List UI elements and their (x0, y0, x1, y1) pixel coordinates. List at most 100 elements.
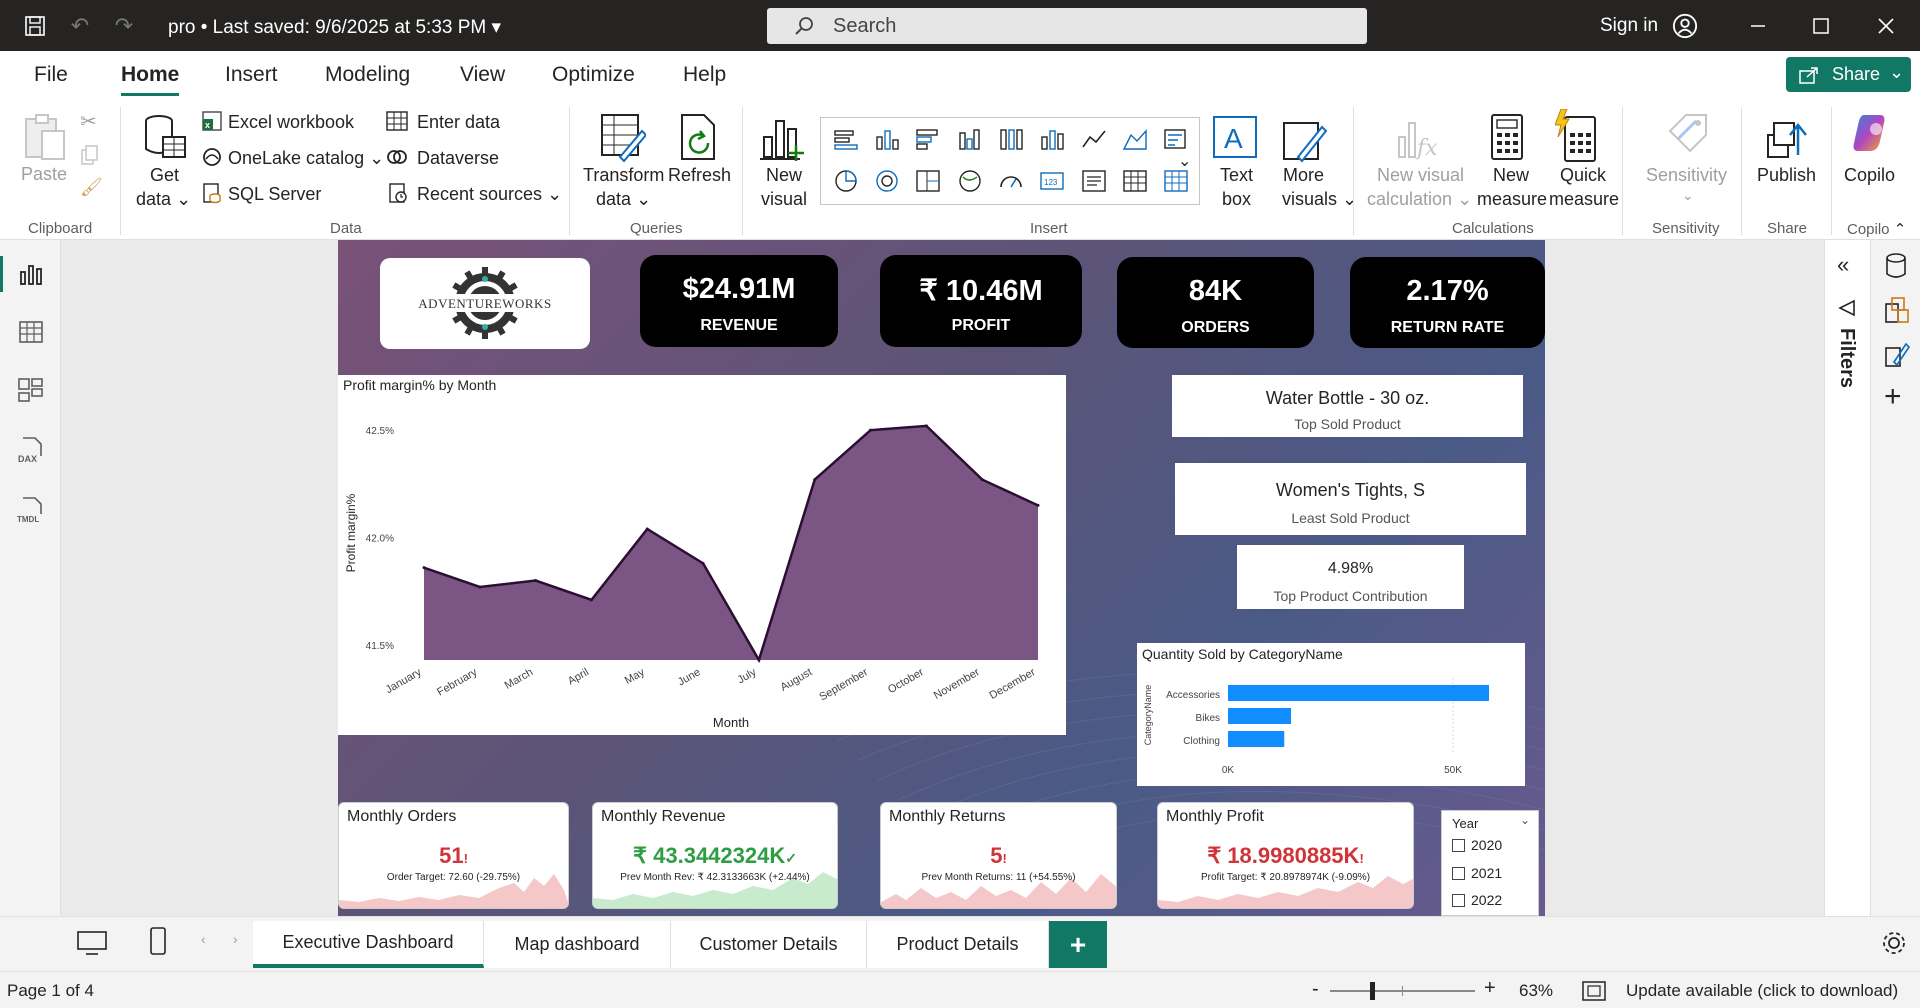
tab-customer-details[interactable]: Customer Details (671, 921, 867, 968)
treemap-icon[interactable] (915, 169, 941, 198)
gallery-expand-icon[interactable]: ⌄ (1178, 151, 1191, 171)
copy-icon[interactable] (80, 145, 100, 167)
chevron-down-icon[interactable]: ⌄ (1520, 813, 1530, 827)
more-visuals-button[interactable]: More (1283, 165, 1324, 186)
add-pane-icon[interactable]: + (1884, 382, 1902, 412)
account-icon[interactable] (1672, 13, 1698, 39)
sql-server-button[interactable]: SQL Server (228, 184, 321, 205)
signin-link[interactable]: Sign in (1600, 15, 1658, 37)
data-pane-icon[interactable] (1884, 252, 1908, 280)
multi-row-card-icon[interactable] (1081, 169, 1107, 198)
year-option-2020[interactable]: 2020 (1452, 837, 1502, 853)
quantity-by-category-chart[interactable]: Quantity Sold by CategoryName Accessories… (1137, 643, 1525, 786)
settings-icon[interactable] (1880, 929, 1908, 957)
year-slicer[interactable]: Year ⌄ 2020 2021 2022 (1441, 810, 1539, 916)
sensitivity-button[interactable]: Sensitivity (1646, 165, 1727, 186)
matrix-icon[interactable] (1163, 169, 1189, 198)
checkbox[interactable] (1452, 838, 1465, 852)
profit-margin-chart[interactable]: Profit margin% by Month 42.5% 42.0% 41.5% Ja… (338, 375, 1066, 735)
format-painter-icon[interactable]: 🖌 (80, 177, 103, 198)
add-page-button[interactable]: + (1049, 921, 1107, 968)
tmdl-view-icon[interactable]: TMDL (17, 496, 45, 524)
expand-filters-icon[interactable]: « (1837, 252, 1849, 278)
update-available-link[interactable]: Update available (click to download) (1626, 981, 1898, 1001)
menu-help[interactable]: Help (683, 63, 726, 87)
clustered-column-chart-icon[interactable] (957, 127, 983, 156)
mobile-layout-icon[interactable] (148, 926, 168, 958)
checkbox[interactable] (1452, 893, 1465, 907)
menu-optimize[interactable]: Optimize (552, 63, 635, 87)
tab-product-details[interactable]: Product Details (867, 921, 1049, 968)
column-chart-icon[interactable] (1039, 127, 1065, 156)
visual-gallery[interactable]: 123 (820, 117, 1200, 205)
group-data: Data (330, 220, 362, 237)
chevron-up-icon[interactable]: ⌃ (1894, 221, 1907, 238)
close-icon[interactable] (1873, 13, 1899, 39)
new-measure-button[interactable]: New (1493, 165, 1529, 186)
get-data-label-2: data ⌄ (136, 189, 191, 210)
checkbox[interactable] (1452, 866, 1465, 880)
format-visual-icon[interactable] (1884, 340, 1910, 368)
card-icon[interactable]: 123 (1039, 169, 1065, 198)
get-data-button[interactable]: Get (150, 165, 179, 186)
paste-button[interactable]: Paste (21, 164, 67, 185)
donut-chart-icon[interactable] (874, 169, 900, 198)
undo-icon[interactable]: ↶ (67, 13, 93, 39)
model-view-icon[interactable] (17, 376, 45, 404)
enter-data-button[interactable]: Enter data (417, 112, 500, 133)
minimize-icon[interactable] (1745, 13, 1771, 39)
scroll-left-icon[interactable]: ‹ (201, 931, 206, 947)
file-title[interactable]: pro • Last saved: 9/6/2025 at 5:33 PM ▾ (168, 16, 501, 39)
onelake-catalog-button[interactable]: OneLake catalog ⌄ (228, 148, 384, 169)
zoom-out-icon[interactable]: - (1312, 978, 1319, 1001)
save-icon[interactable] (22, 13, 48, 39)
menu-view[interactable]: View (460, 63, 505, 87)
copilot-button[interactable]: Copilo (1844, 165, 1895, 186)
publish-button[interactable]: Publish (1757, 165, 1816, 186)
menu-insert[interactable]: Insert (225, 63, 278, 87)
report-view-icon[interactable] (17, 260, 45, 288)
menu-modeling[interactable]: Modeling (325, 63, 410, 87)
build-visual-icon[interactable] (1884, 296, 1910, 324)
100-stacked-column-icon[interactable] (998, 127, 1024, 156)
zoom-level[interactable]: 63% (1519, 981, 1553, 1001)
redo-icon[interactable]: ↷ (111, 13, 137, 39)
line-chart-icon[interactable] (1081, 127, 1107, 156)
pie-chart-icon[interactable] (833, 169, 859, 198)
map-icon[interactable] (957, 169, 983, 198)
year-option-2022[interactable]: 2022 (1452, 892, 1502, 908)
scroll-right-icon[interactable]: › (233, 931, 238, 947)
excel-workbook-button[interactable]: Excel workbook (228, 112, 354, 133)
fit-to-page-icon[interactable] (1582, 981, 1606, 1001)
tab-executive-dashboard[interactable]: Executive Dashboard (253, 921, 484, 968)
dax-query-view-icon[interactable]: DAX (17, 436, 45, 464)
area-chart-icon[interactable] (1122, 127, 1148, 156)
year-option-2021[interactable]: 2021 (1452, 865, 1502, 881)
menu-home[interactable]: Home (121, 63, 179, 87)
stacked-column-chart-icon[interactable] (874, 127, 900, 156)
desktop-layout-icon[interactable] (76, 930, 108, 956)
gauge-icon[interactable] (998, 169, 1024, 198)
zoom-in-icon[interactable]: + (1484, 977, 1496, 1000)
search-box[interactable]: Search (767, 8, 1367, 44)
quick-measure-button[interactable]: Quick (1560, 165, 1606, 186)
text-box-button[interactable]: Text (1220, 165, 1253, 186)
maximize-icon[interactable] (1808, 13, 1834, 39)
new-visual-calculation-button[interactable]: New visual (1377, 165, 1464, 186)
share-button[interactable]: Share ⌄ (1786, 57, 1911, 92)
clustered-bar-chart-icon[interactable] (915, 127, 941, 156)
table-icon[interactable] (1122, 169, 1148, 198)
transform-data-button[interactable]: Transform (583, 165, 664, 186)
recent-sources-button[interactable]: Recent sources ⌄ (417, 184, 562, 205)
dataverse-button[interactable]: Dataverse (417, 148, 499, 169)
menu-file[interactable]: File (34, 63, 68, 87)
stacked-bar-chart-icon[interactable] (833, 127, 859, 156)
zoom-slider-thumb[interactable] (1370, 982, 1375, 1000)
table-view-icon[interactable] (17, 318, 45, 346)
zoom-slider[interactable] (1330, 982, 1475, 1000)
filters-pane-collapsed[interactable]: « Filters (1824, 240, 1870, 916)
cut-icon[interactable]: ✂ (80, 109, 97, 134)
tab-map-dashboard[interactable]: Map dashboard (484, 921, 671, 968)
refresh-button[interactable]: Refresh (668, 165, 731, 186)
new-visual-button[interactable]: New (766, 165, 802, 186)
